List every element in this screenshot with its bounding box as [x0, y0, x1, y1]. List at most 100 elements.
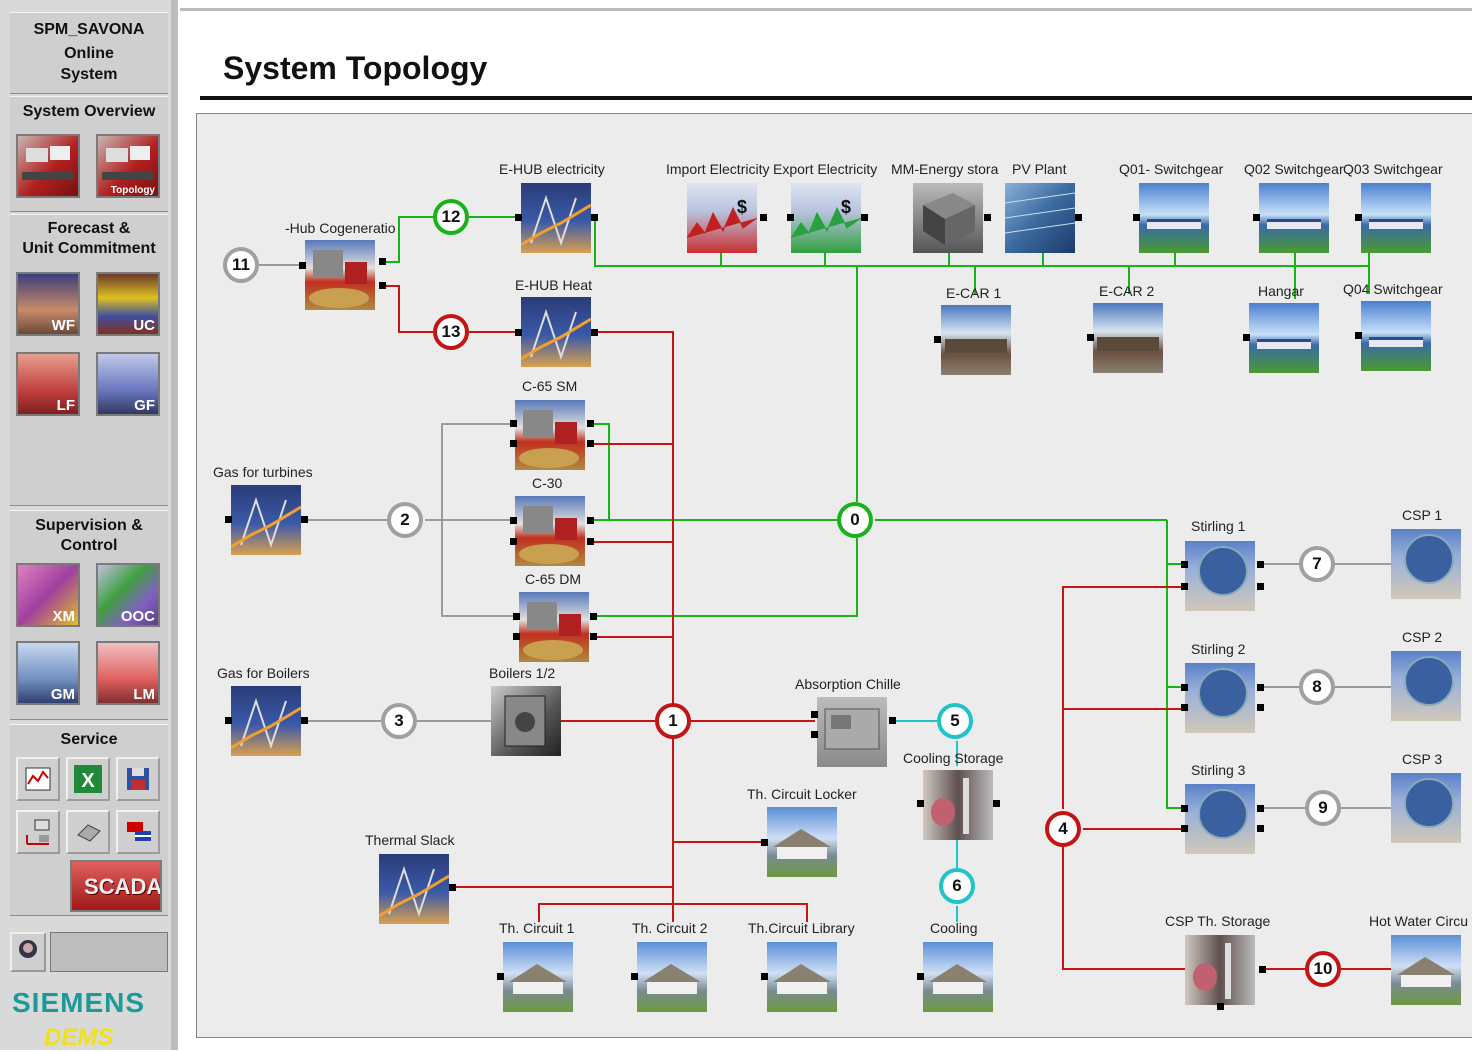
label-thermal-slack: Thermal Slack	[365, 832, 455, 848]
device-ecar-1[interactable]	[941, 305, 1011, 375]
supervision-heading-1: Supervision &	[35, 517, 143, 534]
save-button[interactable]	[116, 757, 160, 801]
device-c65-sm[interactable]	[515, 400, 585, 470]
title-underline	[200, 96, 1472, 100]
node-6[interactable]: 6	[939, 868, 975, 904]
device-thermal-slack[interactable]	[379, 854, 449, 924]
device-c30[interactable]	[515, 496, 585, 566]
device-csp-2[interactable]	[1391, 651, 1461, 721]
port	[811, 711, 818, 718]
node-9[interactable]: 9	[1305, 790, 1341, 826]
node-5[interactable]: 5	[937, 703, 973, 739]
port	[1257, 684, 1264, 691]
device-hot-water-circuit[interactable]	[1391, 935, 1461, 1005]
hardware-button[interactable]	[66, 810, 110, 854]
port	[1181, 684, 1188, 691]
device-ehub-electricity[interactable]	[521, 183, 591, 253]
device-boilers[interactable]	[491, 686, 561, 756]
device-cooling[interactable]	[923, 942, 993, 1012]
lm-button[interactable]: LM	[96, 641, 160, 705]
trend-tool-button[interactable]	[16, 757, 60, 801]
battery-icon	[923, 193, 975, 245]
device-energy-storage[interactable]	[913, 183, 983, 253]
node-1[interactable]: 1	[655, 703, 691, 739]
user-button[interactable]	[10, 932, 46, 972]
label-hub-cogeneration: -Hub Cogeneratio	[285, 220, 396, 236]
node-10[interactable]: 10	[1305, 951, 1341, 987]
microturbine-icon	[519, 506, 579, 564]
svg-text:$: $	[841, 197, 851, 217]
wf-button[interactable]: WF	[16, 272, 80, 336]
device-stirling-2[interactable]	[1185, 663, 1255, 733]
device-cooling-storage[interactable]	[923, 770, 993, 840]
gm-button[interactable]: GM	[16, 641, 80, 705]
port	[1181, 704, 1188, 711]
topology-button[interactable]: Topology	[96, 134, 160, 198]
scada-label: SCADA	[84, 874, 162, 899]
port	[1257, 805, 1264, 812]
device-hangar[interactable]	[1249, 303, 1319, 373]
device-ecar-2[interactable]	[1093, 303, 1163, 373]
device-circuit-locker[interactable]	[767, 807, 837, 877]
port	[590, 633, 597, 640]
device-q04-switchgear[interactable]	[1361, 301, 1431, 371]
device-pv-plant[interactable]	[1005, 183, 1075, 253]
port	[1259, 966, 1266, 973]
excel-button[interactable]: X	[66, 757, 110, 801]
node-7[interactable]: 7	[1299, 546, 1335, 582]
price-chart-icon: $	[791, 197, 861, 239]
device-th-circuit-1[interactable]	[503, 942, 573, 1012]
device-q01-switchgear[interactable]	[1139, 183, 1209, 253]
node-0[interactable]: 0	[837, 502, 873, 538]
scada-button[interactable]: SCADA	[70, 860, 162, 912]
node-3[interactable]: 3	[381, 703, 417, 739]
port	[587, 538, 594, 545]
node-13[interactable]: 13	[433, 314, 469, 350]
node-12[interactable]: 12	[433, 199, 469, 235]
port	[510, 538, 517, 545]
floppy-disk-icon	[127, 768, 149, 790]
device-import-electricity[interactable]: $	[687, 183, 757, 253]
uc-button[interactable]: UC	[96, 272, 160, 336]
node-11[interactable]: 11	[223, 247, 259, 283]
device-csp-3[interactable]	[1391, 773, 1461, 843]
gf-button[interactable]: GF	[96, 352, 160, 416]
node-8[interactable]: 8	[1299, 669, 1335, 705]
device-gas-turbines[interactable]	[231, 485, 301, 555]
node-2[interactable]: 2	[387, 502, 423, 538]
label-stirling-2: Stirling 2	[1191, 641, 1246, 657]
device-csp-1[interactable]	[1391, 529, 1461, 599]
building-icon	[1369, 337, 1423, 347]
cogeneration-plant-icon	[309, 250, 369, 308]
port	[1253, 214, 1260, 221]
device-stirling-1[interactable]	[1185, 541, 1255, 611]
storage-tank-icon	[1193, 943, 1231, 999]
hardware-icon	[77, 824, 101, 842]
device-c65-dm[interactable]	[519, 592, 589, 662]
svg-text:X: X	[81, 770, 95, 792]
network-button[interactable]	[16, 810, 60, 854]
overview-heading: System Overview	[22, 103, 156, 120]
port	[1217, 1003, 1224, 1010]
xm-button[interactable]: XM	[16, 563, 80, 627]
device-th-circuit-library[interactable]	[767, 942, 837, 1012]
device-hub-cogeneration[interactable]	[305, 240, 375, 310]
power-line-icon	[231, 697, 301, 750]
overview-button[interactable]	[16, 134, 80, 198]
device-q03-switchgear[interactable]	[1361, 183, 1431, 253]
device-absorption-chiller[interactable]	[817, 697, 887, 767]
node-4[interactable]: 4	[1045, 811, 1081, 847]
dems-logo: DEMS	[44, 1024, 114, 1051]
device-q02-switchgear[interactable]	[1259, 183, 1329, 253]
ooc-button[interactable]: OOC	[96, 563, 160, 627]
device-th-circuit-2[interactable]	[637, 942, 707, 1012]
device-ehub-heat[interactable]	[521, 297, 591, 367]
language-button[interactable]	[116, 810, 160, 854]
device-csp-th-storage[interactable]	[1185, 935, 1255, 1005]
label-boilers: Boilers 1/2	[489, 665, 556, 681]
solar-dish-icon	[1404, 534, 1454, 584]
device-stirling-3[interactable]	[1185, 784, 1255, 854]
device-export-electricity[interactable]: $	[791, 183, 861, 253]
device-gas-boilers[interactable]	[231, 686, 301, 756]
lf-button[interactable]: LF	[16, 352, 80, 416]
